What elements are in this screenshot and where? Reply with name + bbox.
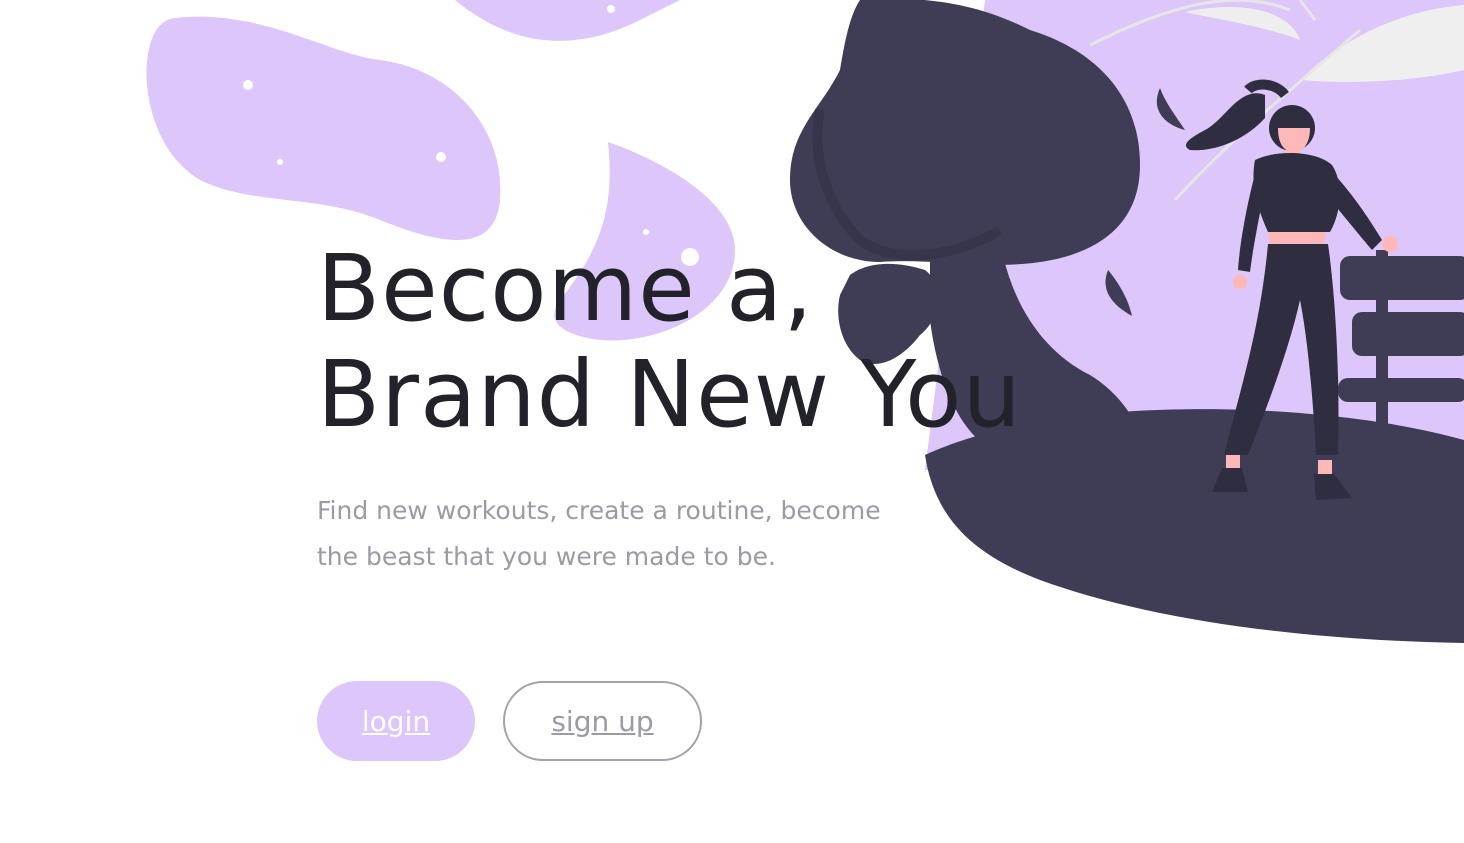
sparkle-dot bbox=[277, 159, 283, 165]
left-hand bbox=[1233, 275, 1247, 289]
right-ankle bbox=[1318, 460, 1332, 474]
right-hand bbox=[1382, 236, 1398, 252]
bench-leg bbox=[1376, 250, 1388, 445]
sparkle-dot bbox=[436, 152, 446, 162]
landing-page: Become a, Brand New You Find new workout… bbox=[0, 0, 1464, 843]
bench-slat bbox=[1340, 256, 1464, 300]
hero-heading-block: Become a, Brand New You bbox=[317, 236, 1022, 448]
sparkle-dot bbox=[607, 5, 615, 13]
midriff bbox=[1268, 232, 1326, 244]
page-title: Become a, Brand New You bbox=[317, 236, 1022, 448]
bench-seat bbox=[1338, 378, 1464, 402]
bench-slat bbox=[1352, 312, 1464, 356]
sparkle-dot bbox=[243, 80, 253, 90]
hero-subtitle: Find new workouts, create a routine, bec… bbox=[317, 496, 881, 571]
headline-line-2: Brand New You bbox=[317, 341, 1022, 448]
login-button[interactable]: login bbox=[317, 681, 475, 761]
headline-line-1: Become a, bbox=[317, 235, 814, 342]
blob-large bbox=[146, 16, 501, 240]
left-ankle bbox=[1226, 455, 1240, 469]
sign-up-button[interactable]: sign up bbox=[503, 681, 702, 761]
blob-top bbox=[455, 0, 680, 41]
